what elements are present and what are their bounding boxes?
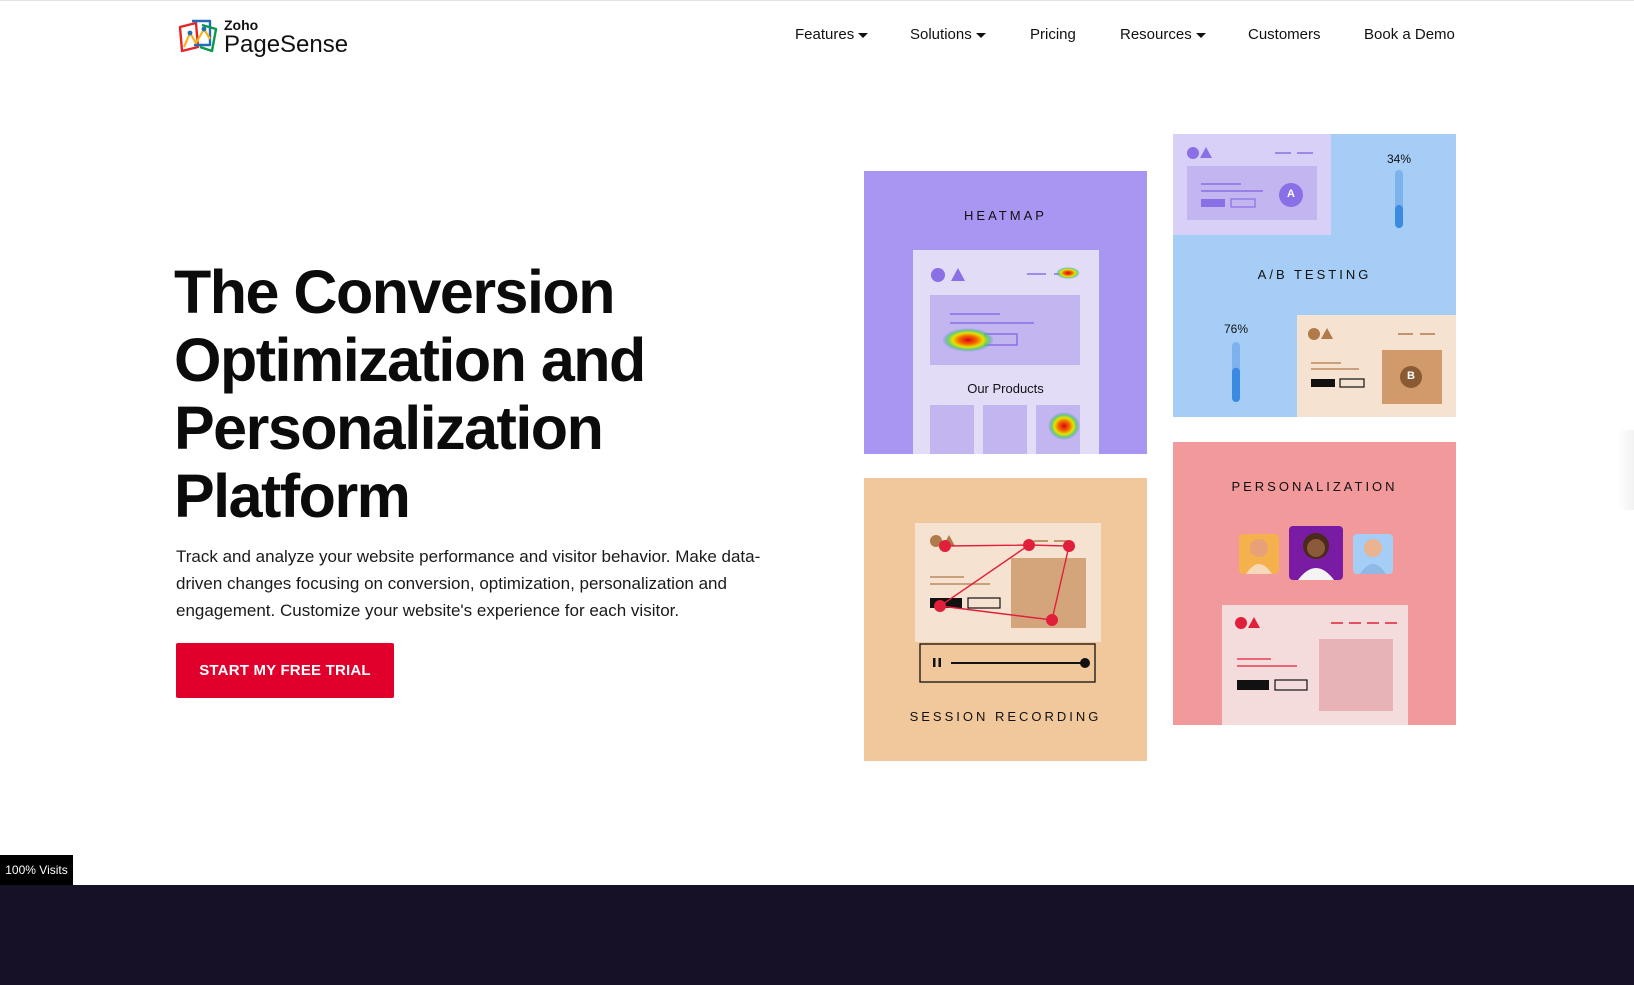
start-free-trial-button[interactable]: START MY FREE TRIAL [176, 643, 394, 698]
ab-testing-tile[interactable]: A B 34% 76% A/B TESTING [1173, 134, 1456, 417]
variant-a-percent: 34% [1386, 152, 1412, 166]
variant-a-progress-fill [1395, 205, 1403, 228]
nav-pricing[interactable]: Pricing [1030, 26, 1076, 43]
nav-customers-label: Customers [1248, 26, 1321, 43]
avatar [1353, 534, 1393, 574]
heatmap-illustration [913, 250, 1099, 454]
session-recording-tile[interactable]: SESSION RECORDING [864, 478, 1147, 761]
hero-title-line: Optimization and [174, 326, 646, 394]
hero-title-line: The Conversion [174, 258, 615, 326]
nav-book-demo[interactable]: Book a Demo [1364, 26, 1455, 43]
chevron-down-icon [858, 33, 869, 38]
nav-pricing-label: Pricing [1030, 26, 1076, 43]
variant-b-badge: B [1407, 370, 1415, 382]
nav-solutions[interactable]: Solutions [910, 26, 986, 43]
pause-icon [933, 658, 941, 667]
nav-features[interactable]: Features [795, 26, 869, 43]
session-recording-label: SESSION RECORDING [909, 709, 1102, 724]
variant-b-progress-fill [1232, 367, 1240, 402]
avatar [1289, 526, 1343, 580]
hero-title: The Conversion Optimization and Personal… [174, 258, 734, 530]
heatmap-tile[interactable]: HEATMAP Our Products [864, 171, 1147, 454]
hero-title-line: Personalization [174, 394, 604, 462]
chevron-down-icon [1195, 33, 1206, 38]
dark-section [0, 885, 1634, 985]
top-border [0, 0, 1634, 3]
avatar [1239, 534, 1279, 574]
chevron-down-icon [975, 33, 986, 38]
hero-description: Track and analyze your website performan… [176, 547, 761, 620]
nav-resources-label: Resources [1120, 26, 1192, 43]
main-nav: Features Solutions Pricing Resources Cus… [0, 26, 1634, 48]
ab-testing-label: A/B TESTING [1257, 267, 1372, 282]
hero-title-line: Platform [174, 462, 411, 530]
variant-a-badge: A [1287, 188, 1295, 200]
nav-resources[interactable]: Resources [1120, 26, 1206, 43]
personalization-illustration [1222, 526, 1408, 725]
nav-features-label: Features [795, 26, 855, 43]
edge-shadow [1618, 430, 1634, 510]
heatmap-caption: Our Products [967, 381, 1044, 396]
nav-book-demo-label: Book a Demo [1364, 26, 1455, 43]
nav-solutions-label: Solutions [910, 26, 972, 43]
variant-b-percent: 76% [1223, 322, 1249, 336]
visits-badge: 100% Visits [0, 855, 73, 885]
personalization-tile[interactable]: PERSONALIZATION [1173, 442, 1456, 725]
nav-customers[interactable]: Customers [1248, 26, 1321, 43]
